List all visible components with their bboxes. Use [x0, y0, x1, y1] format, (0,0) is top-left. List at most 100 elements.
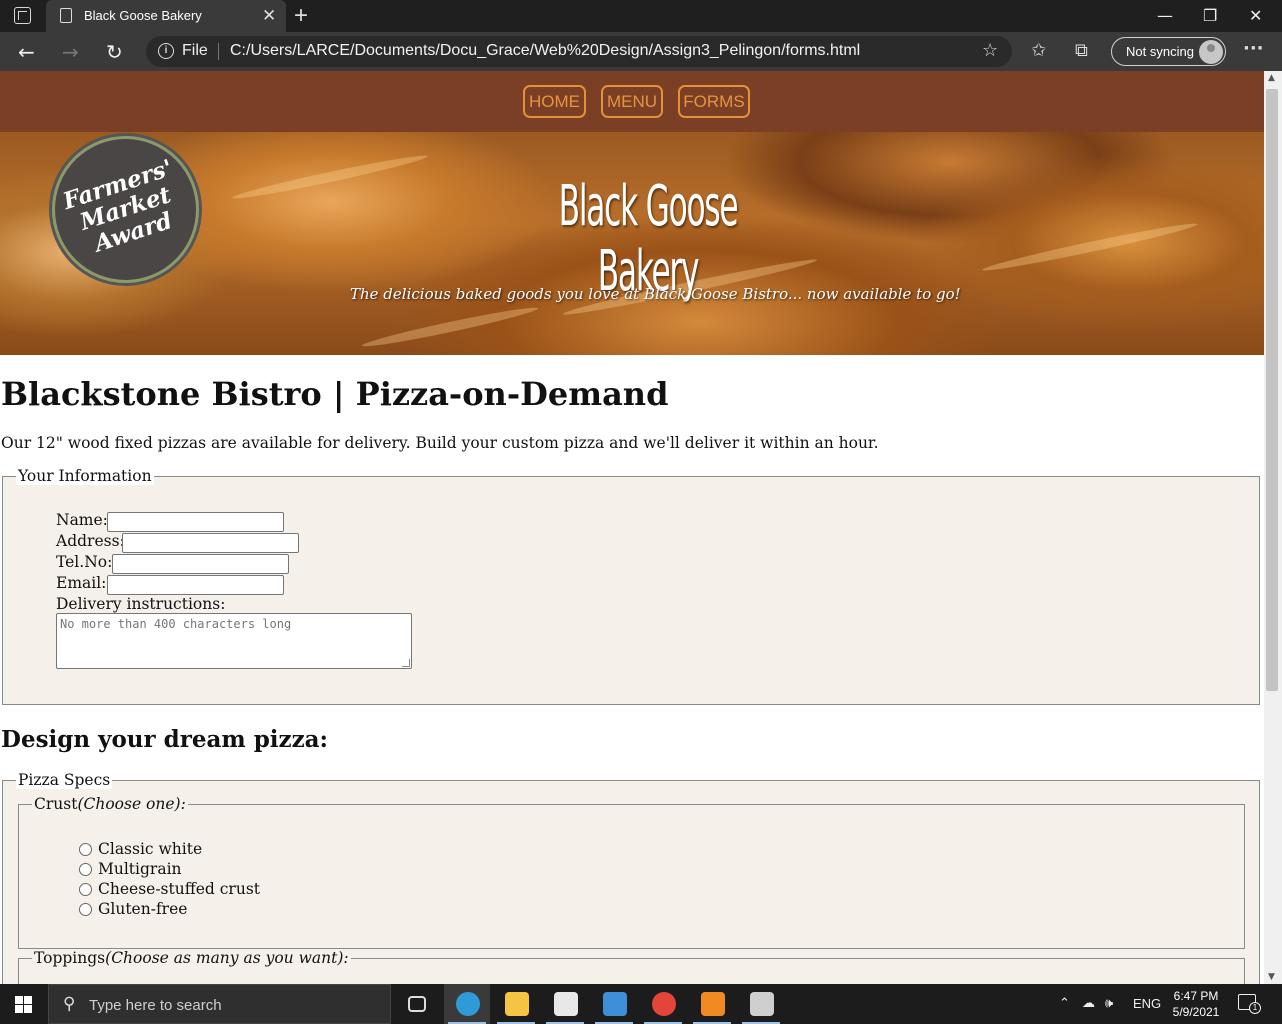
chrome-icon[interactable] — [640, 984, 686, 1024]
paint-icon[interactable] — [738, 984, 784, 1024]
tab-actions-icon[interactable] — [14, 7, 31, 24]
address-label: Address: — [56, 532, 125, 550]
fieldset-legend: Your Information — [16, 467, 154, 485]
toppings-legend: Toppings(Choose as many as you want): — [32, 949, 351, 967]
onedrive-icon[interactable]: ☁ — [1082, 996, 1095, 1011]
profile-button[interactable]: Not syncing — [1111, 37, 1226, 66]
scroll-thumb[interactable] — [1266, 89, 1278, 691]
toppings-legend-label: Toppings — [34, 949, 106, 967]
collections-icon[interactable]: ⧉ — [1075, 40, 1088, 61]
email-label: Email: — [56, 574, 107, 592]
mail-glyph — [603, 992, 627, 1016]
tel-label: Tel.No: — [56, 553, 113, 571]
nav-home[interactable]: HOME — [523, 85, 586, 118]
taskbar-search[interactable]: ⚲ Type here to search — [48, 984, 391, 1024]
task-view-icon[interactable] — [394, 984, 440, 1024]
protocol-label: File — [182, 42, 208, 59]
radio-button[interactable] — [79, 843, 92, 856]
your-information-fieldset: Your Information Name: Address: Tel.No: … — [2, 467, 1260, 705]
award-text: Farmers' Market Award — [59, 154, 176, 258]
toppings-fieldset: Toppings(Choose as many as you want): — [18, 949, 1245, 984]
nav-forms[interactable]: FORMS — [678, 85, 750, 118]
browser-tab[interactable]: Black Goose Bakery ✕ — [46, 0, 286, 32]
address-bar[interactable]: i File C:/Users/LARCE/Documents/Docu_Gra… — [146, 36, 1012, 67]
pizza-specs-fieldset: Pizza Specs Crust(Choose one): Classic w… — [2, 771, 1260, 984]
show-hidden-icons-icon[interactable]: ⌃ — [1059, 996, 1070, 1011]
file-explorer-icon[interactable] — [493, 984, 539, 1024]
crust-fieldset: Crust(Choose one): Classic white Multigr… — [18, 795, 1245, 949]
crust-legend: Crust(Choose one): — [32, 795, 188, 813]
edge-icon[interactable] — [444, 984, 490, 1024]
address-input[interactable] — [122, 533, 299, 553]
search-placeholder: Type here to search — [89, 997, 222, 1014]
page-viewport: HOME MENU FORMS Farmers' Market Award Bl… — [0, 71, 1264, 984]
hero-banner: Farmers' Market Award Black Goose Bakery… — [0, 132, 1264, 355]
radio-button[interactable] — [79, 863, 92, 876]
sublime-text-glyph — [701, 992, 725, 1016]
sublime-text-icon[interactable] — [689, 984, 735, 1024]
name-input[interactable] — [107, 512, 284, 532]
clock-date: 5/9/2021 — [1172, 1005, 1220, 1019]
clock[interactable]: 6:47 PM 5/9/2021 — [1164, 988, 1228, 1020]
resize-handle-icon[interactable] — [402, 659, 410, 667]
restore-icon[interactable]: ❐ — [1203, 6, 1217, 25]
radio-label: Classic white — [98, 840, 203, 858]
tel-input[interactable] — [112, 554, 289, 574]
windows-start-icon[interactable] — [15, 996, 32, 1013]
window-close-icon[interactable]: ✕ — [1249, 6, 1262, 25]
site-info-icon[interactable]: i — [158, 43, 174, 59]
site-navigation: HOME MENU FORMS — [0, 71, 1264, 132]
crust-legend-hint: (Choose one): — [77, 795, 186, 813]
store-glyph — [554, 992, 578, 1016]
radio-button[interactable] — [79, 883, 92, 896]
favorites-icon[interactable]: ✩ — [1031, 40, 1046, 61]
award-badge: Farmers' Market Award — [52, 136, 199, 283]
new-tab-icon[interactable]: + — [294, 2, 308, 30]
tagline: The delicious baked goods you love at Bl… — [350, 285, 961, 303]
crust-legend-label: Crust — [34, 795, 78, 813]
back-icon[interactable]: ← — [18, 40, 35, 64]
chrome-glyph — [652, 992, 676, 1016]
language-indicator[interactable]: ENG — [1133, 996, 1161, 1011]
url-text[interactable]: C:/Users/LARCE/Documents/Docu_Grace/Web%… — [230, 42, 860, 60]
divider — [218, 43, 219, 60]
pastry-highlight — [360, 303, 540, 351]
scroll-down-icon[interactable]: ▼ — [1268, 972, 1275, 982]
page-scrollbar[interactable]: ▲ ▼ — [1264, 71, 1282, 984]
reload-icon[interactable]: ↻ — [106, 40, 123, 64]
tab-title: Black Goose Bakery — [84, 8, 202, 23]
store-icon[interactable] — [542, 984, 588, 1024]
close-tab-icon[interactable]: ✕ — [262, 6, 276, 26]
clock-time: 6:47 PM — [1173, 989, 1219, 1003]
task-view-glyph — [408, 996, 426, 1012]
pastry-highlight — [981, 219, 1199, 275]
delivery-label: Delivery instructions: — [56, 595, 226, 613]
page-title: Blackstone Bistro | Pizza-on-Demand — [1, 375, 669, 413]
edge-glyph — [456, 992, 480, 1016]
pastry-highlight — [231, 151, 429, 203]
mail-icon[interactable] — [591, 984, 637, 1024]
delivery-instructions-textarea[interactable]: No more than 400 characters long — [56, 613, 412, 669]
email-input[interactable] — [107, 575, 284, 595]
radio-label: Gluten-free — [98, 900, 188, 918]
scroll-up-icon[interactable]: ▲ — [1268, 73, 1275, 83]
radio-button[interactable] — [79, 903, 92, 916]
more-icon[interactable]: ··· — [1243, 38, 1264, 59]
avatar — [1199, 40, 1223, 64]
add-favorite-icon[interactable]: ☆ — [982, 40, 998, 61]
page-icon — [60, 8, 72, 23]
radio-label: Cheese-stuffed crust — [98, 880, 261, 898]
volume-icon[interactable]: 🕪 — [1105, 996, 1113, 1011]
intro-text: Our 12" wood fixed pizzas are available … — [1, 434, 879, 452]
toppings-legend-hint: (Choose as many as you want): — [105, 949, 349, 967]
paint-glyph — [750, 992, 774, 1016]
sync-status: Not syncing — [1126, 44, 1194, 59]
nav-menu[interactable]: MENU — [601, 85, 663, 118]
radio-label: Multigrain — [98, 860, 182, 878]
minimize-icon[interactable]: — — [1157, 6, 1173, 25]
taskbar: ⚲ Type here to search ⌃ ☁ 🕪 ENG 6:47 PM … — [0, 984, 1282, 1024]
forward-icon[interactable]: → — [62, 40, 79, 64]
notification-count: 1 — [1249, 1002, 1261, 1014]
fieldset-legend: Pizza Specs — [16, 771, 113, 789]
search-icon: ⚲ — [63, 994, 76, 1014]
